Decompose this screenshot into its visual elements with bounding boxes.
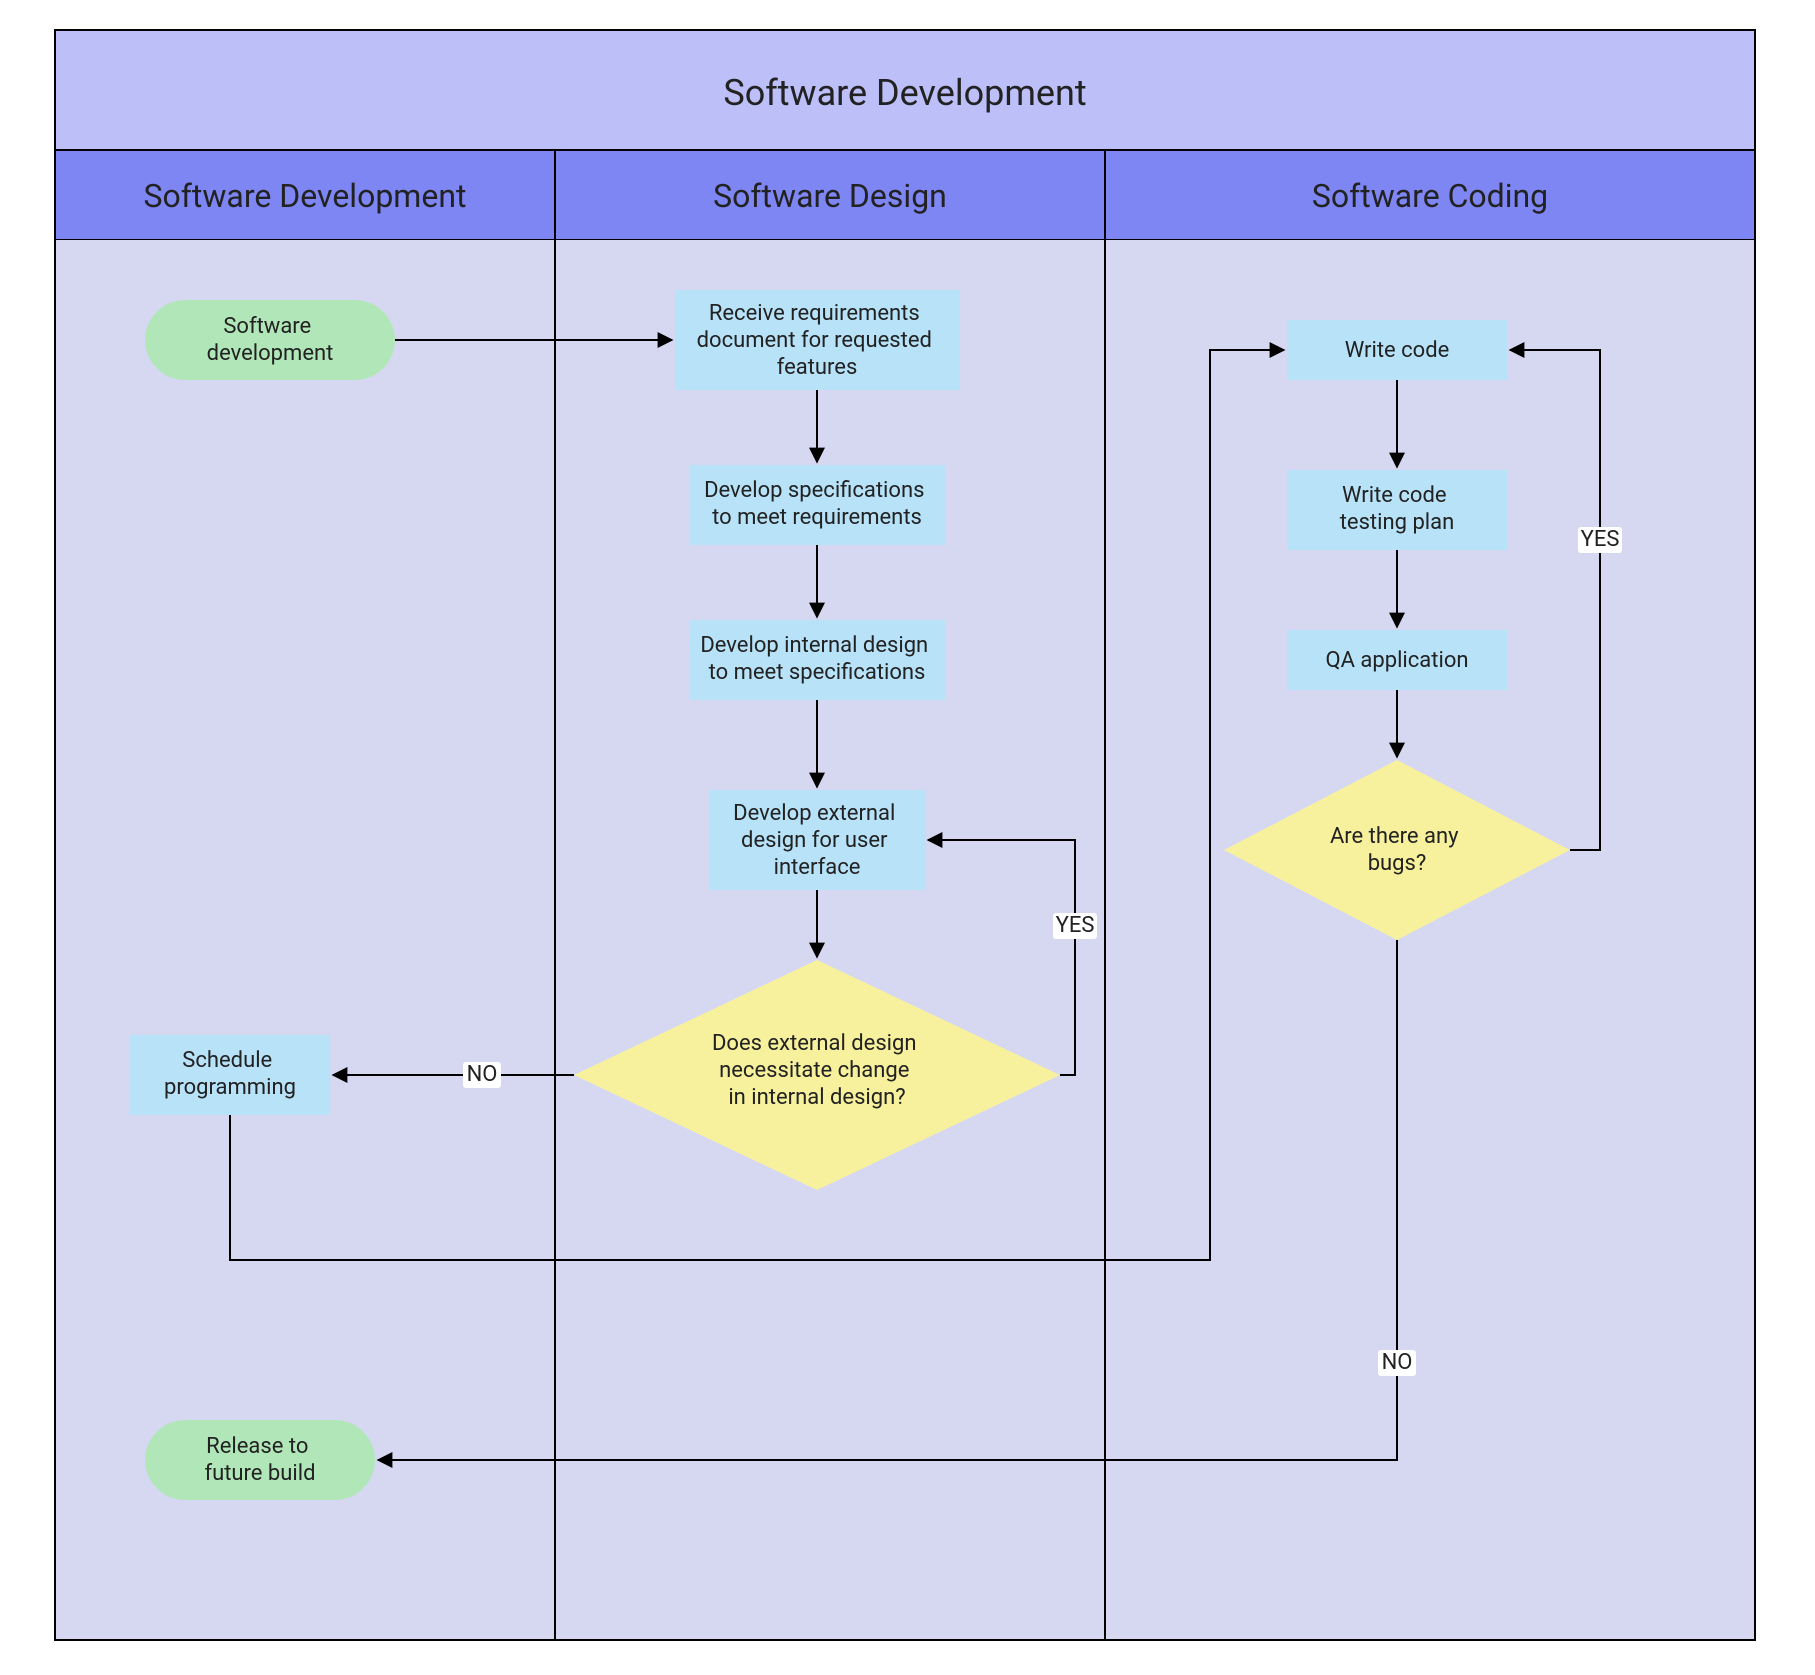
decision1-label: Does external design necessitate change …	[712, 1031, 922, 1110]
qa-label: QA application	[1325, 648, 1468, 673]
node-receive: Receive requirements document for reques…	[675, 290, 960, 390]
lane-title-coding: Software Coding	[1312, 177, 1548, 215]
node-schedule: Schedule programming	[130, 1035, 330, 1115]
lane-title-dev: Software Development	[144, 177, 467, 215]
swimlane-flowchart: Software Development Software Developmen…	[0, 0, 1815, 1675]
lane-body-coding	[1105, 240, 1755, 1640]
lane-body-design	[555, 240, 1105, 1640]
node-release: Release to future build	[145, 1420, 375, 1500]
write-code-label: Write code	[1345, 338, 1450, 363]
node-qa: QA application	[1287, 630, 1507, 690]
release-shape	[145, 1420, 375, 1500]
node-develop-external: Develop external design for user interfa…	[710, 790, 925, 890]
diagram-title: Software Development	[723, 72, 1086, 114]
edge-decision2-no-label: NO	[1382, 1350, 1413, 1375]
node-write-code: Write code	[1287, 320, 1507, 380]
edge-decision1-yes-label: YES	[1056, 913, 1095, 938]
edge-decision2-yes-label: YES	[1581, 527, 1620, 552]
lane-title-design: Software Design	[713, 177, 947, 215]
edge-decision1-no-label: NO	[467, 1062, 498, 1087]
node-start: Software development	[145, 300, 395, 380]
node-develop-internal: Develop internal design to meet specific…	[690, 620, 945, 700]
start-shape	[145, 300, 395, 380]
node-write-test: Write code testing plan	[1287, 470, 1507, 550]
node-develop-spec: Develop specifications to meet requireme…	[690, 465, 945, 545]
